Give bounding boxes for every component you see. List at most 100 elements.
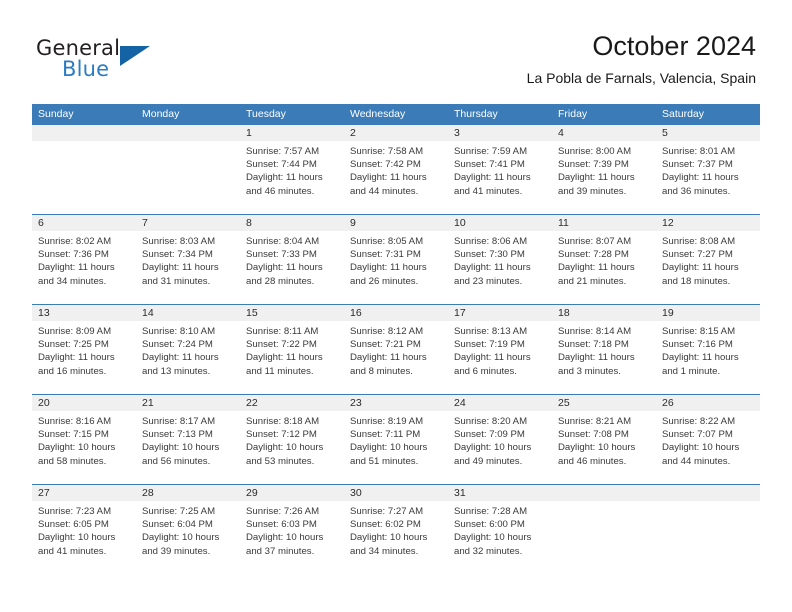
day-cell[interactable]: 28 Sunrise: 7:25 AM Sunset: 6:04 PM Dayl… — [136, 485, 240, 574]
day-number: 19 — [656, 305, 760, 321]
daylight-text-line1: Daylight: 11 hours — [246, 262, 323, 274]
day-number: 5 — [656, 125, 760, 141]
day-number: 9 — [344, 215, 448, 231]
week-row: 27 Sunrise: 7:23 AM Sunset: 6:05 PM Dayl… — [32, 484, 760, 574]
sunrise-text: Sunrise: 8:13 AM — [454, 326, 528, 337]
daylight-text-line1: Daylight: 10 hours — [246, 532, 324, 544]
daylight-text-line1: Daylight: 10 hours — [350, 532, 428, 544]
day-cell[interactable] — [136, 125, 240, 214]
day-info: Sunrise: 8:22 AM Sunset: 7:07 PM Dayligh… — [656, 411, 760, 468]
day-number: 21 — [136, 395, 240, 411]
day-cell[interactable]: 15 Sunrise: 8:11 AM Sunset: 7:22 PM Dayl… — [240, 305, 344, 394]
weekday-header-sunday: Sunday — [38, 108, 74, 120]
daylight-text-line1: Daylight: 11 hours — [454, 352, 531, 364]
general-blue-logo[interactable]: General Blue — [36, 36, 196, 92]
daylight-text-line1: Daylight: 11 hours — [350, 262, 427, 274]
day-info: Sunrise: 8:08 AM Sunset: 7:27 PM Dayligh… — [656, 231, 760, 288]
sunrise-text: Sunrise: 7:26 AM — [246, 506, 320, 517]
sunset-text: Sunset: 7:22 PM — [246, 339, 317, 351]
day-number: 11 — [552, 215, 656, 231]
day-cell[interactable]: 8 Sunrise: 8:04 AM Sunset: 7:33 PM Dayli… — [240, 215, 344, 304]
sunset-text: Sunset: 7:30 PM — [454, 249, 525, 261]
sunset-text: Sunset: 6:02 PM — [350, 519, 421, 531]
day-info: Sunrise: 8:19 AM Sunset: 7:11 PM Dayligh… — [344, 411, 448, 468]
calendar-grid: Sunday Monday Tuesday Wednesday Thursday… — [32, 104, 760, 574]
day-cell[interactable]: 5 Sunrise: 8:01 AM Sunset: 7:37 PM Dayli… — [656, 125, 760, 214]
day-cell[interactable]: 19 Sunrise: 8:15 AM Sunset: 7:16 PM Dayl… — [656, 305, 760, 394]
day-cell[interactable]: 12 Sunrise: 8:08 AM Sunset: 7:27 PM Dayl… — [656, 215, 760, 304]
sunrise-text: Sunrise: 8:05 AM — [350, 236, 424, 247]
day-cell[interactable]: 16 Sunrise: 8:12 AM Sunset: 7:21 PM Dayl… — [344, 305, 448, 394]
sunset-text: Sunset: 7:16 PM — [662, 339, 733, 351]
weekday-header-row: Sunday Monday Tuesday Wednesday Thursday… — [32, 104, 760, 125]
day-number: 24 — [448, 395, 552, 411]
daylight-text-line1: Daylight: 11 hours — [38, 262, 115, 274]
day-cell[interactable]: 24 Sunrise: 8:20 AM Sunset: 7:09 PM Dayl… — [448, 395, 552, 484]
page-title: October 2024 — [592, 31, 756, 61]
sunrise-text: Sunrise: 7:23 AM — [38, 506, 112, 517]
sunrise-text: Sunrise: 8:15 AM — [662, 326, 736, 337]
sunrise-text: Sunrise: 8:21 AM — [558, 416, 632, 427]
day-cell[interactable]: 11 Sunrise: 8:07 AM Sunset: 7:28 PM Dayl… — [552, 215, 656, 304]
day-cell[interactable]: 3 Sunrise: 7:59 AM Sunset: 7:41 PM Dayli… — [448, 125, 552, 214]
daylight-text-line2: and 28 minutes. — [246, 275, 315, 287]
day-cell[interactable]: 23 Sunrise: 8:19 AM Sunset: 7:11 PM Dayl… — [344, 395, 448, 484]
day-cell[interactable]: 9 Sunrise: 8:05 AM Sunset: 7:31 PM Dayli… — [344, 215, 448, 304]
day-info: Sunrise: 8:01 AM Sunset: 7:37 PM Dayligh… — [656, 141, 760, 198]
day-cell[interactable]: 14 Sunrise: 8:10 AM Sunset: 7:24 PM Dayl… — [136, 305, 240, 394]
day-cell[interactable]: 1 Sunrise: 7:57 AM Sunset: 7:44 PM Dayli… — [240, 125, 344, 214]
day-cell[interactable]: 7 Sunrise: 8:03 AM Sunset: 7:34 PM Dayli… — [136, 215, 240, 304]
day-number: 17 — [448, 305, 552, 321]
sunset-text: Sunset: 7:18 PM — [558, 339, 629, 351]
day-cell[interactable]: 31 Sunrise: 7:28 AM Sunset: 6:00 PM Dayl… — [448, 485, 552, 574]
day-number: 16 — [344, 305, 448, 321]
day-cell[interactable]: 30 Sunrise: 7:27 AM Sunset: 6:02 PM Dayl… — [344, 485, 448, 574]
day-cell[interactable] — [656, 485, 760, 574]
day-cell[interactable]: 20 Sunrise: 8:16 AM Sunset: 7:15 PM Dayl… — [32, 395, 136, 484]
daylight-text-line1: Daylight: 10 hours — [350, 442, 428, 454]
sunrise-text: Sunrise: 7:57 AM — [246, 146, 320, 157]
day-cell[interactable]: 13 Sunrise: 8:09 AM Sunset: 7:25 PM Dayl… — [32, 305, 136, 394]
sunset-text: Sunset: 7:09 PM — [454, 429, 525, 441]
day-cell[interactable]: 25 Sunrise: 8:21 AM Sunset: 7:08 PM Dayl… — [552, 395, 656, 484]
sunset-text: Sunset: 7:31 PM — [350, 249, 421, 261]
day-number: 27 — [32, 485, 136, 501]
day-info — [136, 141, 240, 145]
sunrise-text: Sunrise: 7:27 AM — [350, 506, 424, 517]
day-cell[interactable]: 26 Sunrise: 8:22 AM Sunset: 7:07 PM Dayl… — [656, 395, 760, 484]
title-block: October 2024 La Pobla de Farnals, Valenc… — [527, 30, 756, 87]
day-info: Sunrise: 8:09 AM Sunset: 7:25 PM Dayligh… — [32, 321, 136, 378]
sunrise-text: Sunrise: 8:19 AM — [350, 416, 424, 427]
sunset-text: Sunset: 7:34 PM — [142, 249, 213, 261]
daylight-text-line1: Daylight: 10 hours — [142, 442, 220, 454]
day-cell[interactable] — [32, 125, 136, 214]
day-info: Sunrise: 8:14 AM Sunset: 7:18 PM Dayligh… — [552, 321, 656, 378]
day-cell[interactable]: 22 Sunrise: 8:18 AM Sunset: 7:12 PM Dayl… — [240, 395, 344, 484]
daylight-text-line1: Daylight: 10 hours — [38, 442, 116, 454]
day-cell[interactable]: 2 Sunrise: 7:58 AM Sunset: 7:42 PM Dayli… — [344, 125, 448, 214]
day-cell[interactable]: 4 Sunrise: 8:00 AM Sunset: 7:39 PM Dayli… — [552, 125, 656, 214]
week-row: 13 Sunrise: 8:09 AM Sunset: 7:25 PM Dayl… — [32, 304, 760, 394]
day-cell[interactable]: 10 Sunrise: 8:06 AM Sunset: 7:30 PM Dayl… — [448, 215, 552, 304]
day-number: 3 — [448, 125, 552, 141]
sunrise-text: Sunrise: 8:10 AM — [142, 326, 216, 337]
daylight-text-line1: Daylight: 11 hours — [662, 262, 739, 274]
daylight-text-line1: Daylight: 11 hours — [142, 262, 219, 274]
day-cell[interactable]: 6 Sunrise: 8:02 AM Sunset: 7:36 PM Dayli… — [32, 215, 136, 304]
sunset-text: Sunset: 7:39 PM — [558, 159, 629, 171]
day-info — [656, 501, 760, 505]
day-cell[interactable]: 21 Sunrise: 8:17 AM Sunset: 7:13 PM Dayl… — [136, 395, 240, 484]
daylight-text-line2: and 37 minutes. — [246, 545, 315, 557]
sunrise-text: Sunrise: 8:03 AM — [142, 236, 216, 247]
sunrise-text: Sunrise: 8:09 AM — [38, 326, 112, 337]
day-number: 13 — [32, 305, 136, 321]
day-cell[interactable]: 18 Sunrise: 8:14 AM Sunset: 7:18 PM Dayl… — [552, 305, 656, 394]
daylight-text-line2: and 6 minutes. — [454, 365, 517, 377]
day-cell[interactable]: 17 Sunrise: 8:13 AM Sunset: 7:19 PM Dayl… — [448, 305, 552, 394]
sunrise-text: Sunrise: 8:17 AM — [142, 416, 216, 427]
sunrise-text: Sunrise: 7:58 AM — [350, 146, 424, 157]
day-number — [552, 485, 656, 501]
day-cell[interactable]: 27 Sunrise: 7:23 AM Sunset: 6:05 PM Dayl… — [32, 485, 136, 574]
day-cell[interactable] — [552, 485, 656, 574]
day-cell[interactable]: 29 Sunrise: 7:26 AM Sunset: 6:03 PM Dayl… — [240, 485, 344, 574]
